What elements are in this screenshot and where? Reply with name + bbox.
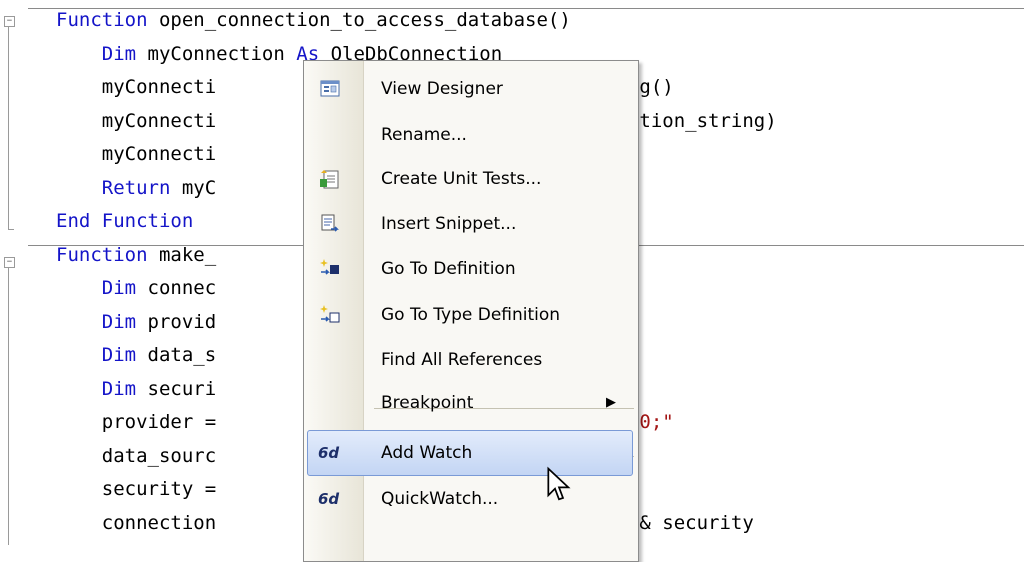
menu-item-label: Breakpoint xyxy=(381,393,474,413)
fold-guide-2 xyxy=(8,268,9,545)
menu-item-label: View Designer xyxy=(381,79,503,99)
unit-tests-icon xyxy=(318,167,342,191)
view-designer-icon xyxy=(318,77,342,101)
menu-item-go-to-type-definition[interactable]: Go To Type Definition xyxy=(304,293,638,337)
code-keyword: Dim xyxy=(101,277,137,299)
menu-item-view-designer[interactable]: View Designer xyxy=(304,67,638,111)
code-keyword: Dim xyxy=(101,344,137,366)
code-line[interactable]: myConnecti xyxy=(56,138,216,171)
menu-item-find-all-references[interactable]: Find All References xyxy=(304,338,638,382)
code-text: open_connection_to_access_database() xyxy=(147,9,571,31)
menu-item-breakpoint[interactable]: Breakpoint ▶ xyxy=(304,381,638,425)
menu-item-add-watch[interactable]: 6d Add Watch xyxy=(307,430,633,476)
code-line[interactable]: Return myC xyxy=(56,172,216,205)
code-keyword: Return xyxy=(101,176,171,199)
insert-snippet-icon xyxy=(318,212,342,236)
code-text: myConnecti xyxy=(56,143,217,165)
code-keyword: Function xyxy=(56,9,148,31)
code-keyword: End Function xyxy=(56,210,194,232)
go-to-definition-icon xyxy=(318,257,342,281)
menu-item-label: Go To Definition xyxy=(381,259,516,279)
code-line[interactable]: Function make_ xyxy=(56,239,216,272)
menu-item-go-to-definition[interactable]: Go To Definition xyxy=(304,247,638,291)
code-text: data_s xyxy=(136,344,217,366)
code-text: myC xyxy=(170,176,217,199)
code-line[interactable]: Function open_connection_to_access_datab… xyxy=(56,4,571,37)
menu-item-rename[interactable]: Rename... xyxy=(304,113,638,157)
collapse-toggle-2[interactable]: − xyxy=(4,257,15,268)
code-text: provid xyxy=(136,310,217,333)
code-text: make_ xyxy=(147,243,217,266)
code-keyword: Dim xyxy=(101,42,137,65)
mouse-pointer-icon xyxy=(547,466,571,501)
code-keyword: Dim xyxy=(101,377,137,400)
menu-item-label: Rename... xyxy=(381,125,467,145)
code-line[interactable]: Dim provid xyxy=(56,306,216,339)
code-keyword: Function xyxy=(56,243,148,266)
watch-icon: 6d xyxy=(318,444,340,462)
menu-item-label: Find All References xyxy=(381,350,543,370)
code-line[interactable]: Dim securi xyxy=(56,373,216,406)
watch-icon: 6d xyxy=(318,490,340,508)
context-menu: View Designer Rename... Create Unit Tests.… xyxy=(303,60,639,562)
editor-gutter: − − xyxy=(0,0,40,545)
menu-item-label: Go To Type Definition xyxy=(381,305,561,325)
code-keyword: Dim xyxy=(101,310,137,333)
menu-item-label: Create Unit Tests... xyxy=(381,169,542,189)
menu-item-insert-snippet[interactable]: Insert Snippet... xyxy=(304,202,638,246)
code-line[interactable]: End Function xyxy=(56,205,193,238)
submenu-arrow-icon: ▶ xyxy=(606,395,616,410)
code-line[interactable]: Dim data_s xyxy=(56,339,216,372)
menu-item-label: Insert Snippet... xyxy=(381,214,517,234)
code-text: securi xyxy=(136,377,217,400)
go-to-type-definition-icon xyxy=(318,303,342,327)
code-text: myConnection xyxy=(136,42,297,65)
fold-end-1 xyxy=(8,229,14,230)
fold-guide-1 xyxy=(8,27,9,230)
menu-item-label: Add Watch xyxy=(381,443,473,463)
menu-item-create-unit-tests[interactable]: Create Unit Tests... xyxy=(304,157,638,201)
collapse-toggle-1[interactable]: − xyxy=(4,16,15,27)
menu-item-label: QuickWatch... xyxy=(381,489,499,509)
menu-item-quickwatch[interactable]: 6d QuickWatch... xyxy=(304,477,638,521)
